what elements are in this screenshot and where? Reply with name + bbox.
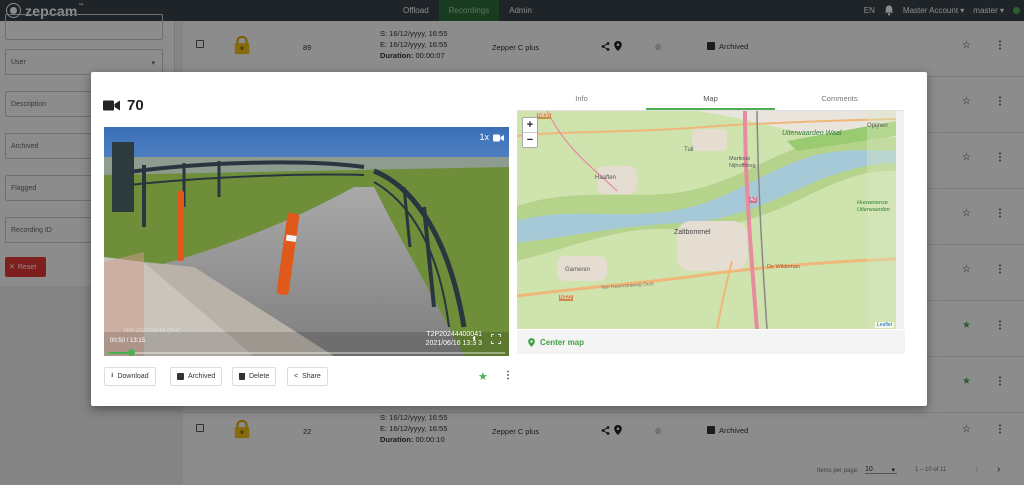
- video-player[interactable]: 1x N/A 2021/06/16 (blur) T2P20244400041 2…: [104, 127, 509, 356]
- map-scrollbar[interactable]: [896, 111, 904, 329]
- video-frame: [104, 127, 509, 356]
- map-place-de-wildeman: De Wildeman: [767, 264, 801, 270]
- map-tiles: [517, 111, 896, 329]
- more-options-icon[interactable]: ⋮: [503, 370, 513, 381]
- share-button[interactable]: < Share: [287, 367, 328, 386]
- download-button[interactable]: ⭳ Download: [104, 367, 156, 386]
- center-map-button[interactable]: Center map: [517, 330, 905, 354]
- tab-map[interactable]: Map: [646, 89, 775, 110]
- map-place-uiterwaarden-waal: Uiterwaarden Waal: [782, 130, 842, 137]
- detail-tabs: Info Map Comments: [517, 89, 904, 111]
- map-place-hurwenense-uiterwaarden: Hurwenense Uiterwaarden: [857, 200, 890, 213]
- zoom-out-button[interactable]: −: [523, 133, 537, 148]
- camera-overlay-icon: [493, 134, 504, 142]
- video-time: 00:50 / 13:15: [110, 338, 146, 344]
- playback-speed[interactable]: 1x: [479, 132, 489, 142]
- share-icon: <: [294, 373, 299, 380]
- map-attribution[interactable]: Leaflet: [874, 322, 894, 328]
- map-place-tuil: Tuil: [684, 147, 694, 153]
- map-place-haaften: Haaften: [595, 175, 617, 181]
- map-place-opijnen: Opijnen: [867, 123, 888, 129]
- map-road-a2: A2: [749, 197, 758, 203]
- tab-info[interactable]: Info: [517, 89, 646, 110]
- volume-icon[interactable]: ◖: [471, 333, 477, 344]
- fullscreen-icon[interactable]: [491, 334, 501, 344]
- map-place-gameren: Gameren: [565, 267, 591, 273]
- download-icon: ⭳: [111, 372, 114, 379]
- map-place-zaltbommel: Zaltbommel: [674, 229, 711, 236]
- map-place-martinus-nijhoffbrug: Martinus Nijhoffbrug: [729, 156, 756, 169]
- map-road-n830: N830: [537, 113, 551, 119]
- location-pin-icon: [528, 337, 535, 347]
- recording-detail-modal: 70 1x N/A 2021/06/16 (blur) T2P202444000…: [91, 72, 927, 406]
- archive-icon: [177, 373, 184, 380]
- archived-button[interactable]: Archived: [170, 367, 223, 386]
- delete-button[interactable]: Delete: [232, 367, 277, 386]
- favorite-star-icon[interactable]: ★: [478, 370, 488, 383]
- video-overlay-left-text: N/A 2021/06/16 (blur): [124, 328, 182, 334]
- map-road-n322: N322: [559, 295, 573, 301]
- map-view[interactable]: Haaften Tuil Martinus Nijhoffbrug Uiterw…: [517, 111, 896, 329]
- trash-icon: [239, 373, 245, 380]
- video-progress-track[interactable]: [108, 352, 505, 354]
- video-camera-icon: [103, 100, 120, 111]
- tab-comments[interactable]: Comments: [775, 89, 904, 110]
- map-zoom-control: + −: [522, 117, 538, 148]
- zoom-in-button[interactable]: +: [523, 118, 537, 133]
- recording-title: 70: [103, 97, 144, 114]
